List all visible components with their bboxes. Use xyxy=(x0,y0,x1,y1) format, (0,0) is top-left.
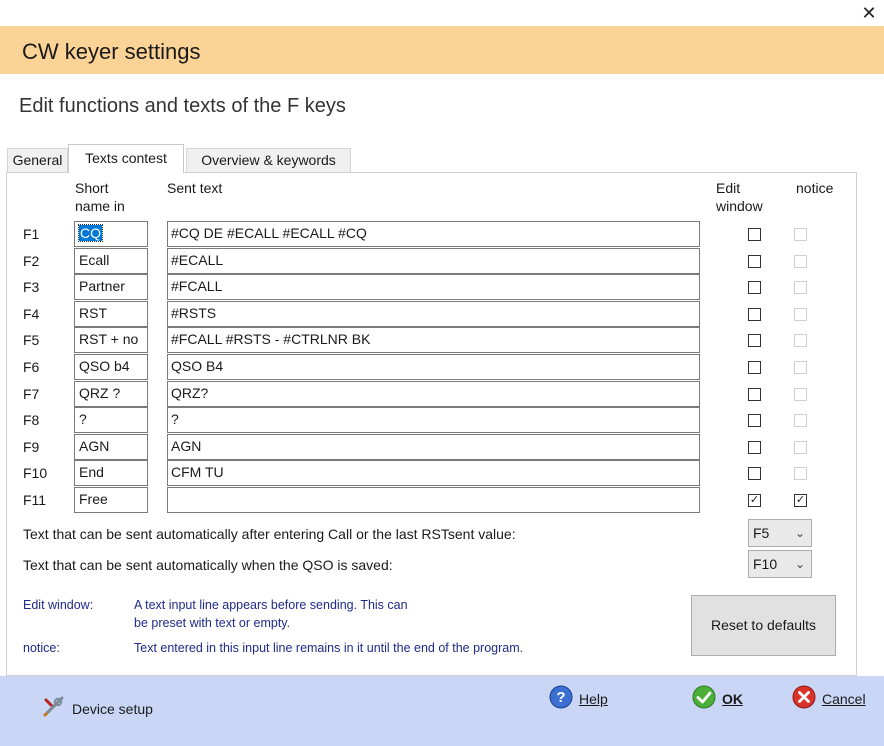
device-setup-label: Device setup xyxy=(72,700,153,717)
column-header-edit-line2: window xyxy=(716,198,763,214)
fkey-label: F7 xyxy=(23,386,40,402)
edit-window-checkbox[interactable] xyxy=(748,441,761,454)
fkey-label: F5 xyxy=(23,332,40,348)
edit-window-checkbox[interactable] xyxy=(748,281,761,294)
notice-checkbox xyxy=(794,361,807,374)
sent-text-input[interactable]: ? xyxy=(167,407,700,433)
sent-text-input[interactable]: #RSTS xyxy=(167,301,700,327)
notice-checkbox xyxy=(794,388,807,401)
auto-send-on-save-label: Text that can be sent automatically when… xyxy=(23,557,393,573)
help-label: Help xyxy=(579,690,608,707)
fkey-label: F3 xyxy=(23,279,40,295)
edit-window-checkbox[interactable] xyxy=(748,308,761,321)
tab-texts-contest[interactable]: Texts contest xyxy=(68,144,184,173)
notice-checkbox xyxy=(794,441,807,454)
edit-window-checkbox[interactable] xyxy=(748,388,761,401)
fkey-label: F11 xyxy=(23,492,47,508)
column-header-short: Short name in xyxy=(75,179,125,215)
note-edit-window-line2: be preset with text or empty. xyxy=(134,616,291,630)
sent-text-input[interactable]: CFM TU xyxy=(167,460,700,486)
edit-window-checkbox[interactable] xyxy=(748,334,761,347)
auto-send-after-call-select[interactable]: F5 ⌄ xyxy=(748,519,812,547)
fkey-label: F2 xyxy=(23,253,40,269)
notice-checkbox xyxy=(794,255,807,268)
fkey-label: F10 xyxy=(23,465,48,481)
chevron-down-icon: ⌄ xyxy=(794,557,805,571)
auto-send-on-save-value: F10 xyxy=(753,556,778,572)
fkey-label: F6 xyxy=(23,359,40,375)
help-icon: ? xyxy=(549,685,573,712)
notice-checkbox xyxy=(794,228,807,241)
edit-window-checkbox[interactable] xyxy=(748,467,761,480)
selected-text: CQ xyxy=(78,224,103,242)
edit-window-checkbox[interactable] xyxy=(748,361,761,374)
edit-window-checkbox[interactable] xyxy=(748,228,761,241)
sent-text-input[interactable] xyxy=(167,487,700,513)
short-name-input[interactable]: ? xyxy=(74,407,148,433)
note-edit-window-term: Edit window: xyxy=(23,598,94,612)
sent-text-input[interactable]: QRZ? xyxy=(167,381,700,407)
tools-icon xyxy=(42,695,66,722)
sent-text-input[interactable]: #CQ DE #ECALL #ECALL #CQ xyxy=(167,221,700,247)
reset-to-defaults-button[interactable]: Reset to defaults xyxy=(691,595,836,656)
short-name-input[interactable]: RST + no xyxy=(74,327,148,353)
fkey-label: F9 xyxy=(23,439,40,455)
short-name-input[interactable]: CQ xyxy=(74,221,148,247)
fkey-label: F8 xyxy=(23,412,40,428)
auto-send-after-call-value: F5 xyxy=(753,525,770,541)
column-header-notice: notice xyxy=(796,180,834,196)
ok-button[interactable]: OK xyxy=(692,685,743,712)
edit-window-checkbox[interactable] xyxy=(748,414,761,427)
edit-window-checkbox[interactable] xyxy=(748,255,761,268)
tab-overview-keywords[interactable]: Overview & keywords xyxy=(186,148,351,172)
device-setup-button[interactable]: Device setup xyxy=(42,695,153,722)
notice-checkbox xyxy=(794,281,807,294)
notice-checkbox xyxy=(794,308,807,321)
note-notice-text: Text entered in this input line remains … xyxy=(134,641,524,655)
notice-checkbox[interactable]: ✓ xyxy=(794,494,807,507)
sent-text-input[interactable]: #FCALL xyxy=(167,274,700,300)
close-icon[interactable]: ✕ xyxy=(858,2,880,24)
edit-window-checkbox[interactable]: ✓ xyxy=(748,494,761,507)
dialog-subtitle: Edit functions and texts of the F keys xyxy=(19,95,346,117)
cancel-label: Cancel xyxy=(822,690,866,707)
short-name-input[interactable]: Partner xyxy=(74,274,148,300)
column-header-edit-window: Edit window xyxy=(716,179,763,215)
fkey-label: F4 xyxy=(23,306,40,322)
short-name-input[interactable]: Ecall xyxy=(74,248,148,274)
svg-text:?: ? xyxy=(556,689,565,706)
note-edit-window-line1: A text input line appears before sending… xyxy=(134,598,408,612)
short-name-input[interactable]: QSO b4 xyxy=(74,354,148,380)
cancel-button[interactable]: Cancel xyxy=(792,685,866,712)
auto-send-after-call-label: Text that can be sent automatically afte… xyxy=(23,526,516,542)
ok-label: OK xyxy=(722,690,743,707)
short-name-input[interactable]: AGN xyxy=(74,434,148,460)
checkmark-icon xyxy=(692,685,716,712)
column-header-short-line1: Short xyxy=(75,180,109,196)
fkey-label: F1 xyxy=(23,226,40,242)
note-notice-term: notice: xyxy=(23,641,60,655)
sent-text-input[interactable]: #FCALL #RSTS - #CTRLNR BK xyxy=(167,327,700,353)
notice-checkbox xyxy=(794,467,807,480)
auto-send-on-save-select[interactable]: F10 ⌄ xyxy=(748,550,812,578)
short-name-input[interactable]: Free xyxy=(74,487,148,513)
sent-text-input[interactable]: AGN xyxy=(167,434,700,460)
chevron-down-icon: ⌄ xyxy=(794,526,805,540)
short-name-input[interactable]: QRZ ? xyxy=(74,381,148,407)
column-header-short-line2: name in xyxy=(75,198,125,214)
short-name-input[interactable]: RST xyxy=(74,301,148,327)
sent-text-input[interactable]: QSO B4 xyxy=(167,354,700,380)
short-name-input[interactable]: End xyxy=(74,460,148,486)
tab-general[interactable]: General xyxy=(7,148,68,172)
help-button[interactable]: ? Help xyxy=(549,685,608,712)
sent-text-input[interactable]: #ECALL xyxy=(167,248,700,274)
dialog-title: CW keyer settings xyxy=(22,39,201,64)
column-header-sent: Sent text xyxy=(167,180,223,196)
column-header-edit-line1: Edit xyxy=(716,180,741,196)
notice-checkbox xyxy=(794,334,807,347)
notice-checkbox xyxy=(794,414,807,427)
cancel-icon xyxy=(792,685,816,712)
